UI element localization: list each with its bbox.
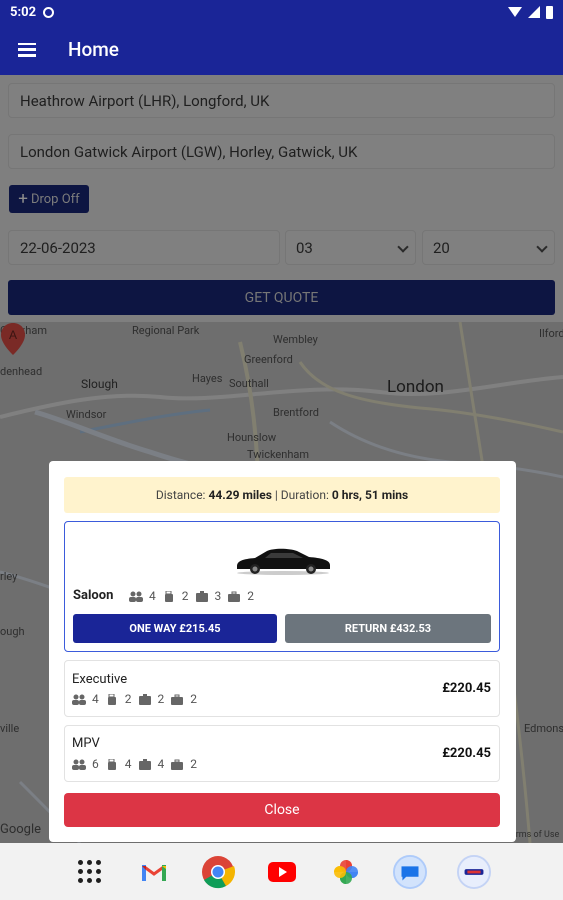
wifi-icon (508, 7, 522, 17)
suitcase-icon (138, 693, 151, 705)
signal-icon (528, 6, 540, 18)
map-label: rley (0, 570, 18, 583)
distance-banner: Distance: 44.29 miles | Duration: 0 hrs,… (64, 477, 500, 513)
booking-form: Heathrow Airport (LHR), Longford, UK Lon… (0, 75, 563, 322)
luggage-count: 2 (181, 589, 189, 603)
date-input[interactable]: 22-06-2023 (8, 230, 280, 265)
duration-value: 0 hrs, 51 mins (331, 488, 409, 502)
notification-icon (43, 6, 55, 18)
return-button[interactable]: RETURN £432.53 (285, 614, 491, 643)
bags-count: 2 (190, 692, 197, 706)
hour-select[interactable]: 03 (285, 230, 416, 265)
suitcases-count: 2 (157, 692, 165, 706)
gmail-icon[interactable] (137, 855, 171, 889)
status-bar: 5:02 (0, 0, 563, 24)
map-pin-icon[interactable]: A (0, 322, 26, 356)
duration-label: | Duration: (274, 488, 329, 502)
app-taskbar (0, 843, 563, 900)
map-label: London (387, 377, 444, 397)
luggage-icon (107, 693, 116, 705)
vehicle-card-saloon[interactable]: Saloon 4 2 3 2 ONE WAY £215.45 RETURN £4… (64, 521, 500, 652)
luggage-icon (107, 758, 116, 770)
passengers-count: 6 (92, 757, 99, 771)
map-label: Wembley (273, 333, 318, 346)
map-label: Twickenham (247, 448, 310, 461)
bags-count: 2 (190, 757, 197, 771)
chevron-down-icon (536, 241, 548, 253)
vehicle-specs: 6 4 4 2 (72, 757, 197, 771)
passengers-count: 4 (149, 589, 156, 603)
page-title: Home (68, 38, 119, 61)
one-way-button[interactable]: ONE WAY £215.45 (73, 614, 277, 643)
pin-letter: A (9, 328, 17, 342)
youtube-icon[interactable] (265, 855, 299, 889)
luggage-icon (164, 590, 173, 602)
passengers-icon (72, 759, 86, 770)
briefcase-icon (228, 591, 241, 602)
map-label: ville (0, 722, 20, 735)
vehicle-name: Executive (72, 672, 128, 687)
menu-icon[interactable] (18, 42, 36, 57)
hour-value: 03 (296, 238, 313, 257)
bags-count: 2 (247, 589, 254, 603)
luggage-count: 2 (124, 692, 132, 706)
map-label: Ilford (539, 327, 563, 340)
add-dropoff-button[interactable]: + Drop Off (9, 185, 89, 213)
vehicle-specs: 4 2 2 2 (72, 692, 197, 706)
battery-icon (546, 5, 553, 19)
map-label: denhead (0, 365, 43, 378)
suitcases-count: 4 (157, 757, 165, 771)
briefcase-icon (171, 694, 184, 705)
map-label: ough (0, 625, 25, 638)
vehicle-card-executive[interactable]: Executive 4 2 2 2 £220.45 (64, 660, 500, 717)
passengers-icon (129, 591, 143, 602)
map-label: Hayes (192, 372, 223, 385)
distance-value: 44.29 miles (208, 488, 272, 502)
vehicle-card-mpv[interactable]: MPV 6 4 4 2 £220.45 (64, 725, 500, 782)
passengers-icon (72, 694, 86, 705)
map-label: Windsor (66, 408, 107, 421)
minute-select[interactable]: 20 (422, 230, 555, 265)
map-label: Edmons (524, 722, 563, 735)
map-label: Regional Park (132, 324, 200, 337)
car-icon (237, 548, 330, 575)
status-icons (508, 5, 553, 19)
map-label: Brentford (273, 406, 319, 419)
status-time: 5:02 (10, 4, 37, 20)
vehicle-specs: 4 2 3 2 (129, 589, 254, 603)
pickup-input[interactable]: Heathrow Airport (LHR), Longford, UK (8, 83, 555, 118)
map-label: Hounslow (227, 431, 277, 444)
app-bar: Home (0, 24, 563, 75)
chevron-down-icon (397, 241, 409, 253)
plus-icon: + (18, 189, 28, 209)
close-button[interactable]: Close (64, 793, 500, 827)
get-quote-button[interactable]: GET QUOTE (8, 280, 555, 315)
photos-icon[interactable] (329, 855, 363, 889)
passengers-count: 4 (92, 692, 99, 706)
suitcase-icon (195, 590, 208, 602)
add-dropoff-label: Drop Off (30, 191, 80, 207)
vehicle-name: MPV (72, 736, 100, 751)
vehicle-name: Saloon (73, 588, 114, 603)
map-label: Southall (229, 377, 269, 390)
vehicle-price: £220.45 (442, 746, 491, 761)
distance-label: Distance: (155, 488, 206, 502)
dropoff-input[interactable]: London Gatwick Airport (LGW), Horley, Ga… (8, 134, 555, 169)
map-label: Greenford (244, 353, 293, 366)
minute-value: 20 (433, 238, 450, 257)
google-logo: Google (0, 822, 42, 837)
briefcase-icon (171, 759, 184, 770)
app-grid-icon[interactable] (73, 855, 107, 889)
messages-icon[interactable] (392, 854, 427, 889)
map-label: Slough (81, 377, 118, 391)
taxi-app-icon[interactable] (456, 854, 491, 889)
vehicle-price: £220.45 (442, 681, 491, 696)
chrome-icon[interactable] (201, 855, 235, 889)
luggage-count: 4 (124, 757, 132, 771)
suitcase-icon (138, 758, 151, 770)
quote-dialog: Distance: 44.29 miles | Duration: 0 hrs,… (49, 461, 516, 842)
suitcases-count: 3 (214, 589, 222, 603)
